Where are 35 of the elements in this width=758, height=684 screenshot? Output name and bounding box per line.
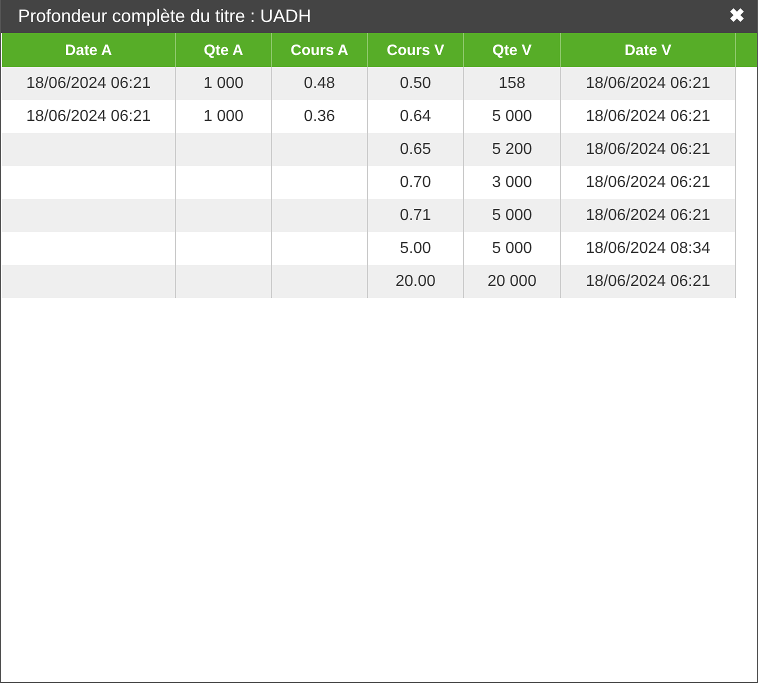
table-cell: 18/06/2024 06:21 <box>2 100 176 133</box>
table-cell: 5 200 <box>464 133 560 166</box>
table-cell: 18/06/2024 06:21 <box>560 166 736 199</box>
table-cell: 18/06/2024 06:21 <box>560 265 736 298</box>
table-cell: 0.50 <box>368 67 464 100</box>
table-cell: 20.00 <box>368 265 464 298</box>
table-cell: 18/06/2024 06:21 <box>2 67 176 100</box>
table-cell: 5 000 <box>464 199 560 232</box>
table-cell: 0.64 <box>368 100 464 133</box>
table-cell: 1 000 <box>176 67 272 100</box>
column-header[interactable]: Qte V <box>464 33 560 67</box>
column-header[interactable]: Date A <box>2 33 176 67</box>
table-cell: 5 000 <box>464 232 560 265</box>
column-header[interactable]: Date V <box>560 33 736 67</box>
column-header[interactable]: Qte A <box>176 33 272 67</box>
column-header[interactable]: Cours A <box>272 33 368 67</box>
close-button[interactable]: ✖ <box>727 7 747 26</box>
table-cell: 18/06/2024 06:21 <box>560 199 736 232</box>
table-cell: 18/06/2024 06:21 <box>560 133 736 166</box>
table-cell: 5.00 <box>368 232 464 265</box>
table-cell: 158 <box>464 67 560 100</box>
table-cell: 3 000 <box>464 166 560 199</box>
table-cell: 0.71 <box>368 199 464 232</box>
table-cell: 0.65 <box>368 133 464 166</box>
table-cell: 0.48 <box>272 67 368 100</box>
table-cell: 5 000 <box>464 100 560 133</box>
table-cell: 18/06/2024 08:34 <box>560 232 736 265</box>
table-cell: 18/06/2024 06:21 <box>560 100 736 133</box>
table-cell: 1 000 <box>176 100 272 133</box>
window-title: Profondeur complète du titre : UADH <box>18 6 312 27</box>
table-cell: 0.70 <box>368 166 464 199</box>
table-cell: 0.36 <box>272 100 368 133</box>
table-cell: 20 000 <box>464 265 560 298</box>
column-header[interactable]: Cours V <box>368 33 464 67</box>
table-cell: 18/06/2024 06:21 <box>560 67 736 100</box>
